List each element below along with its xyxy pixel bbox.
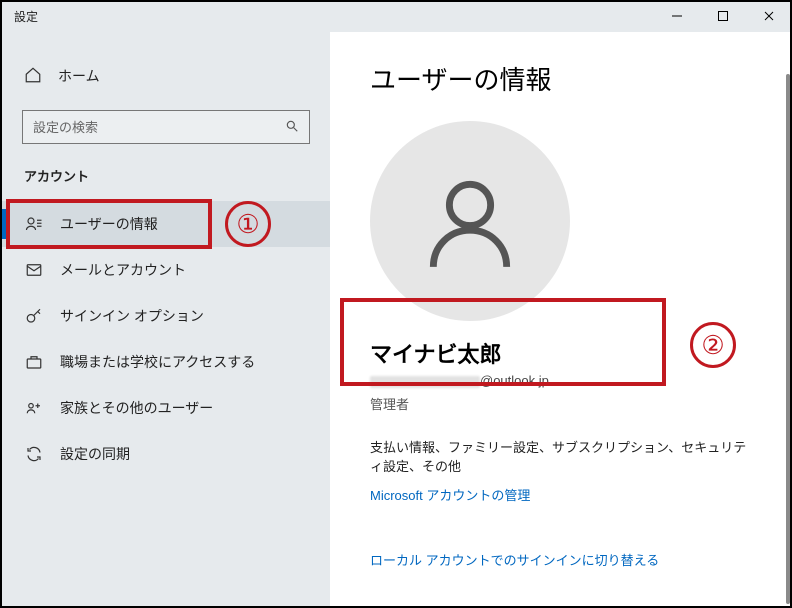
user-icon	[415, 166, 525, 276]
sidebar-item-user-info[interactable]: ユーザーの情報	[2, 201, 330, 247]
email-redacted	[370, 376, 480, 388]
user-info-icon	[24, 215, 44, 233]
sidebar-home-label: ホーム	[58, 66, 100, 86]
home-icon	[24, 66, 44, 87]
avatar	[370, 121, 570, 321]
key-icon	[24, 307, 44, 325]
sidebar: ホーム アカウント ユーザーの情報 メールとアカウント サインイン オプショ	[0, 32, 330, 608]
sidebar-item-signin-options[interactable]: サインイン オプション	[2, 293, 330, 339]
sidebar-home[interactable]: ホーム	[2, 60, 330, 92]
switch-local-link[interactable]: ローカル アカウントでのサインインに切り替える	[370, 550, 752, 569]
sidebar-item-label: メールとアカウント	[60, 260, 186, 280]
email-line: @outlook.jp	[370, 373, 752, 388]
search-box[interactable]	[22, 110, 310, 144]
role-label: 管理者	[370, 394, 752, 413]
sidebar-item-email-accounts[interactable]: メールとアカウント	[2, 247, 330, 293]
sidebar-item-label: 設定の同期	[60, 444, 130, 464]
close-button[interactable]	[746, 0, 792, 32]
mail-icon	[24, 261, 44, 279]
sidebar-item-sync-settings[interactable]: 設定の同期	[2, 431, 330, 477]
titlebar: 設定	[0, 0, 792, 32]
sync-icon	[24, 445, 44, 463]
email-suffix: @outlook.jp	[480, 373, 549, 388]
display-name: マイナビ太郎	[370, 337, 752, 369]
sidebar-item-work-school[interactable]: 職場または学校にアクセスする	[2, 339, 330, 385]
sidebar-item-label: サインイン オプション	[60, 306, 204, 326]
search-icon	[285, 119, 299, 136]
user-info-block: マイナビ太郎 @outlook.jp 管理者	[370, 337, 752, 413]
people-icon	[24, 399, 44, 417]
sidebar-item-label: 職場または学校にアクセスする	[60, 352, 255, 372]
search-input[interactable]	[33, 120, 285, 135]
minimize-button[interactable]	[654, 0, 700, 32]
sidebar-item-label: ユーザーの情報	[60, 214, 158, 234]
account-desc: 支払い情報、ファミリー設定、サブスクリプション、セキュリティ設定、その他	[370, 437, 752, 475]
page-title: ユーザーの情報	[370, 60, 752, 97]
briefcase-icon	[24, 353, 44, 371]
sidebar-category: アカウント	[2, 166, 330, 185]
sidebar-item-family-other[interactable]: 家族とその他のユーザー	[2, 385, 330, 431]
scrollbar[interactable]	[786, 74, 790, 604]
manage-account-link[interactable]: Microsoft アカウントの管理	[370, 485, 752, 504]
content-area: ユーザーの情報 マイナビ太郎 @outlook.jp 管理者 支払い情報、ファミ…	[330, 32, 792, 608]
window-title: 設定	[14, 8, 38, 25]
maximize-button[interactable]	[700, 0, 746, 32]
sidebar-item-label: 家族とその他のユーザー	[60, 398, 213, 418]
